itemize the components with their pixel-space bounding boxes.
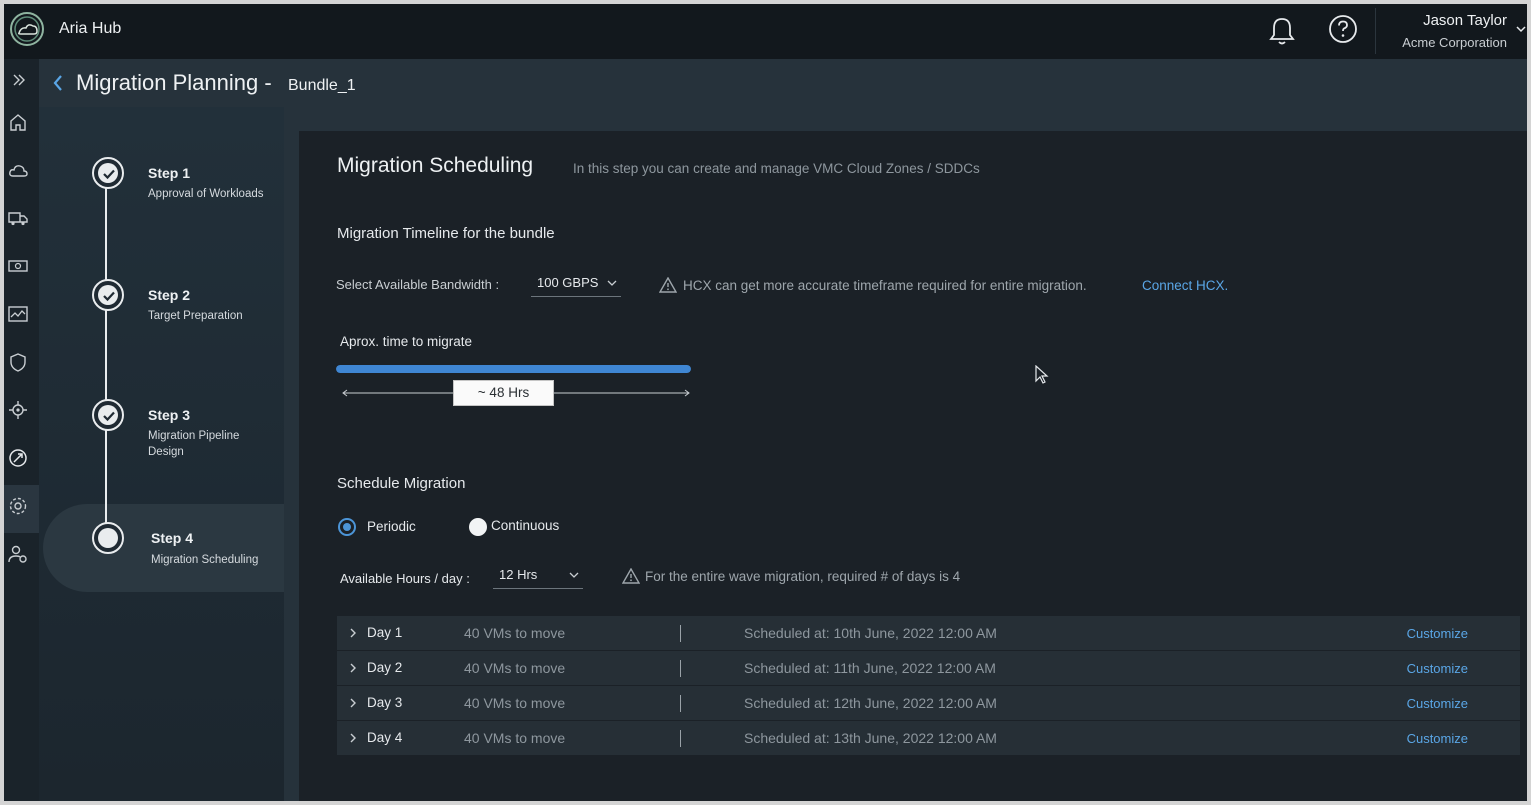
bandwidth-value: 100 GBPS	[537, 275, 599, 290]
chevron-right-icon[interactable]	[349, 697, 357, 709]
step-4-current-icon[interactable]	[92, 522, 124, 554]
customize-link[interactable]: Customize	[1407, 661, 1468, 676]
scheduled-time: Scheduled at: 10th June, 2022 12:00 AM	[744, 625, 997, 641]
home-icon[interactable]	[7, 111, 29, 133]
top-navigation-bar: Aria Hub Jason Taylor Acme Corporation	[4, 4, 1527, 59]
step-2-check-icon[interactable]	[92, 279, 124, 311]
bell-icon[interactable]	[1268, 16, 1296, 46]
step-1-check-icon[interactable]	[92, 157, 124, 189]
step-3-check-icon[interactable]	[92, 399, 124, 431]
header-divider	[1375, 8, 1376, 54]
app-window: Aria Hub Jason Taylor Acme Corporation M…	[4, 4, 1527, 801]
continuous-radio[interactable]	[469, 518, 487, 536]
hours-per-day-value: 12 Hrs	[499, 567, 538, 582]
scheduled-time: Scheduled at: 13th June, 2022 12:00 AM	[744, 730, 997, 746]
expand-icon[interactable]	[7, 69, 29, 91]
vms-to-move: 40 VMs to move	[464, 730, 566, 746]
day-label: Day 3	[367, 695, 403, 710]
shield-icon[interactable]	[7, 351, 29, 373]
chart-icon[interactable]	[7, 303, 29, 325]
step-3-description: Migration Pipeline Design	[148, 430, 240, 458]
scheduled-time: Scheduled at: 12th June, 2022 12:00 AM	[744, 695, 997, 711]
bandwidth-label: Select Available Bandwidth :	[336, 277, 500, 292]
column-divider	[680, 660, 681, 677]
days-required-warning: For the entire wave migration, required …	[645, 569, 961, 584]
back-chevron-icon[interactable]	[51, 73, 65, 93]
scheduled-time: Scheduled at: 11th June, 2022 12:00 AM	[744, 660, 996, 676]
schedule-heading: Schedule Migration	[337, 475, 466, 492]
left-navigation-rail	[4, 59, 39, 801]
estimated-duration-badge: ~ 48 Hrs	[453, 380, 554, 406]
stepper-connector-line	[105, 170, 107, 540]
day-schedule-table: Day 1 40 VMs to move Scheduled at: 10th …	[337, 616, 1520, 756]
vms-to-move: 40 VMs to move	[464, 625, 566, 641]
customize-link[interactable]: Customize	[1407, 731, 1468, 746]
wizard-stepper: Step 1 Approval of Workloads Step 2 Targ…	[39, 107, 284, 801]
step-3-title[interactable]: Step 3	[148, 407, 190, 423]
column-divider	[680, 625, 681, 642]
step-4-description: Migration Scheduling	[151, 554, 259, 566]
user-name[interactable]: Jason Taylor	[1423, 12, 1507, 29]
hours-per-day-label: Available Hours / day :	[340, 571, 470, 586]
truck-icon[interactable]	[7, 207, 29, 229]
periodic-radio[interactable]	[338, 518, 356, 536]
day-row[interactable]: Day 4 40 VMs to move Scheduled at: 13th …	[337, 721, 1520, 755]
continuous-label[interactable]: Continuous	[491, 518, 559, 533]
cloud-icon[interactable]	[7, 159, 29, 181]
connect-hcx-link[interactable]: Connect HCX.	[1142, 278, 1228, 293]
day-row[interactable]: Day 3 40 VMs to move Scheduled at: 12th …	[337, 686, 1520, 720]
day-label: Day 1	[367, 625, 403, 640]
settings-icon[interactable]	[7, 495, 29, 517]
periodic-label[interactable]: Periodic	[367, 519, 416, 534]
customize-link[interactable]: Customize	[1407, 626, 1468, 641]
step-1-description: Approval of Workloads	[148, 188, 264, 200]
column-divider	[680, 730, 681, 747]
column-divider	[680, 695, 681, 712]
step-2-description: Target Preparation	[148, 310, 243, 322]
day-label: Day 2	[367, 660, 403, 675]
bundle-name: Bundle_1	[288, 77, 356, 94]
step-4-title[interactable]: Step 4	[151, 530, 193, 546]
section-hint: In this step you can create and manage V…	[573, 161, 980, 176]
chevron-down-icon[interactable]	[1515, 24, 1527, 34]
migration-scheduling-panel: Migration Scheduling In this step you ca…	[299, 131, 1527, 801]
page-title-bar: Migration Planning - Bundle_1	[39, 59, 1527, 107]
day-row[interactable]: Day 2 40 VMs to move Scheduled at: 11th …	[337, 651, 1520, 685]
help-icon[interactable]	[1328, 14, 1358, 44]
migration-time-progress-bar	[336, 365, 691, 373]
warning-icon	[659, 277, 677, 293]
chevron-right-icon[interactable]	[349, 627, 357, 639]
active-step-highlight	[43, 504, 284, 592]
app-title: Aria Hub	[59, 20, 122, 37]
hours-per-day-select[interactable]: 12 Hrs	[493, 565, 583, 589]
approx-time-label: Aprox. time to migrate	[340, 334, 473, 349]
user-organization[interactable]: Acme Corporation	[1402, 35, 1507, 50]
step-2-title[interactable]: Step 2	[148, 287, 190, 303]
timeline-heading: Migration Timeline for the bundle	[337, 225, 555, 242]
hcx-warning-text: HCX can get more accurate timeframe requ…	[683, 278, 1087, 293]
customize-link[interactable]: Customize	[1407, 696, 1468, 711]
chevron-down-icon	[607, 280, 617, 286]
chevron-right-icon[interactable]	[349, 662, 357, 674]
section-title: Migration Scheduling	[337, 154, 534, 177]
mouse-cursor-icon	[1035, 365, 1049, 384]
cost-icon[interactable]	[7, 255, 29, 277]
warning-icon	[622, 568, 640, 584]
vms-to-move: 40 VMs to move	[464, 660, 566, 676]
page-title: Migration Planning -	[76, 70, 272, 95]
vms-to-move: 40 VMs to move	[464, 695, 566, 711]
user-settings-icon[interactable]	[7, 543, 29, 565]
day-row[interactable]: Day 1 40 VMs to move Scheduled at: 10th …	[337, 616, 1520, 650]
bandwidth-select[interactable]: 100 GBPS	[531, 273, 621, 297]
migration-icon[interactable]	[7, 447, 29, 469]
aria-logo-icon[interactable]	[8, 10, 46, 48]
chevron-down-icon	[569, 572, 579, 578]
chevron-right-icon[interactable]	[349, 732, 357, 744]
target-icon[interactable]	[7, 399, 29, 421]
day-label: Day 4	[367, 730, 403, 745]
step-1-title[interactable]: Step 1	[148, 165, 190, 181]
migration-time-progress-fill	[336, 365, 691, 373]
